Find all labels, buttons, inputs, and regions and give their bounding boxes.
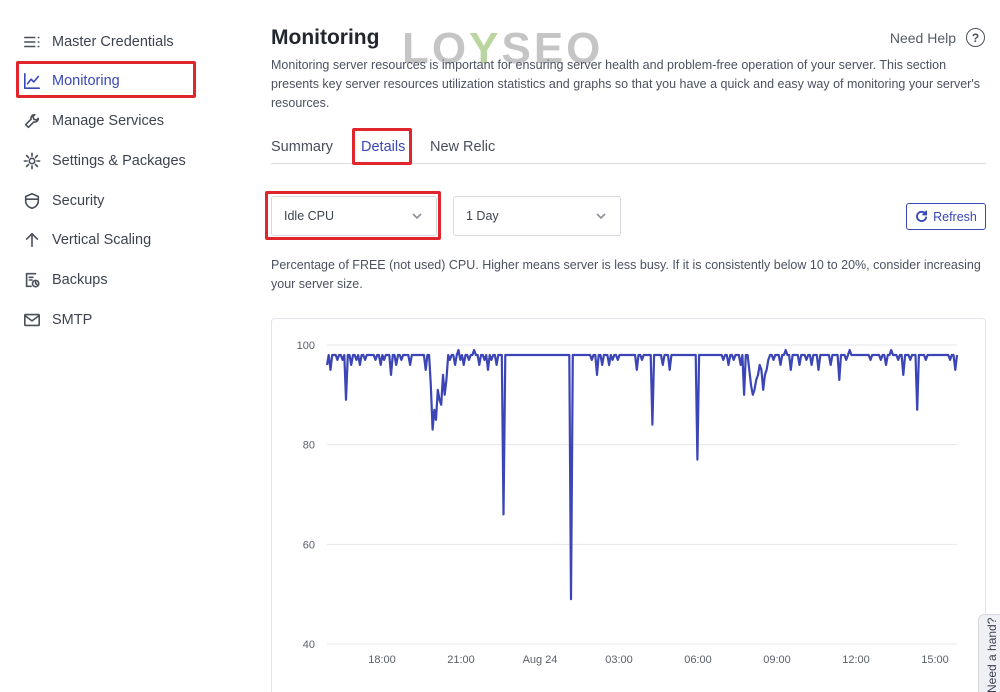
sidebar-item-label: Monitoring [52, 73, 120, 89]
sidebar-item-security[interactable]: Security [22, 186, 104, 216]
x-tick-label: 09:00 [763, 654, 791, 666]
wrench-icon [22, 111, 42, 131]
sidebar-item-settings-packages[interactable]: Settings & Packages [22, 146, 186, 176]
x-tick-label: 06:00 [684, 654, 712, 666]
sidebar-item-label: Master Credentials [52, 34, 174, 50]
tab-bar: Summary Details New Relic [271, 136, 986, 164]
sidebar-item-label: Settings & Packages [52, 153, 186, 169]
sidebar-item-label: Manage Services [52, 113, 165, 129]
x-tick-label: 21:00 [447, 654, 475, 666]
tab-summary[interactable]: Summary [271, 139, 333, 155]
series-line-idle-cpu [325, 348, 959, 601]
refresh-icon [915, 210, 928, 223]
metric-select-value: Idle CPU [284, 209, 335, 223]
sidebar-item-smtp[interactable]: SMTP [22, 305, 92, 335]
sidebar-item-master-credentials[interactable]: Master Credentials [22, 27, 174, 57]
mail-icon [22, 310, 42, 330]
chart-card: 40 60 80 100 18:00 21:00 Aug 24 03:00 06:00 09:00… [271, 318, 986, 692]
sidebar-item-backups[interactable]: Backups [22, 265, 108, 295]
sidebar-item-label: Backups [52, 272, 108, 288]
sidebar-item-monitoring[interactable]: Monitoring [22, 66, 120, 96]
range-select-value: 1 Day [466, 209, 499, 223]
refresh-label: Refresh [933, 209, 977, 224]
list-menu-icon [22, 32, 42, 52]
sidebar-item-label: SMTP [52, 312, 93, 328]
sidebar-item-manage-services[interactable]: Manage Services [22, 106, 164, 136]
y-tick-label: 80 [303, 440, 315, 452]
metric-select[interactable]: Idle CPU [271, 196, 437, 236]
sidebar-item-label: Vertical Scaling [52, 232, 152, 248]
sidebar: Master Credentials Monitoring Manage Ser… [0, 0, 240, 692]
page-title: Monitoring [271, 26, 380, 49]
refresh-button[interactable]: Refresh [906, 203, 986, 230]
range-select[interactable]: 1 Day [453, 196, 621, 236]
metric-description: Percentage of FREE (not used) CPU. Highe… [271, 258, 981, 291]
question-icon: ? [966, 28, 985, 47]
backup-icon [22, 270, 42, 290]
help-tab[interactable]: Need a hand? [978, 614, 1000, 692]
x-tick-label: 18:00 [368, 654, 396, 666]
need-help-label: Need Help [889, 29, 956, 46]
sidebar-item-vertical-scaling[interactable]: Vertical Scaling [22, 225, 151, 255]
need-help-link[interactable]: Need Help ? [890, 28, 985, 47]
sidebar-item-label: Security [52, 193, 105, 209]
y-tick-label: 100 [297, 340, 315, 352]
x-tick-label: Aug 24 [523, 654, 558, 666]
x-tick-label: 12:00 [842, 654, 870, 666]
help-tab-label: Need a hand? [985, 617, 999, 692]
arrow-up-icon [22, 230, 42, 250]
tab-details[interactable]: Details [361, 139, 405, 155]
tab-new-relic[interactable]: New Relic [430, 139, 495, 155]
chevron-down-icon [411, 210, 423, 222]
gear-icon [22, 151, 42, 171]
idle-cpu-chart: 40 60 80 100 18:00 21:00 Aug 24 03:00 06:00 09:00… [297, 340, 959, 666]
y-tick-label: 60 [303, 539, 315, 551]
page-description: Monitoring server resources is important… [271, 58, 980, 110]
y-tick-label: 40 [303, 639, 315, 651]
x-tick-label: 15:00 [921, 654, 949, 666]
line-chart-icon [22, 71, 42, 91]
x-tick-label: 03:00 [605, 654, 633, 666]
shield-icon [22, 191, 42, 211]
chevron-down-icon [595, 210, 607, 222]
